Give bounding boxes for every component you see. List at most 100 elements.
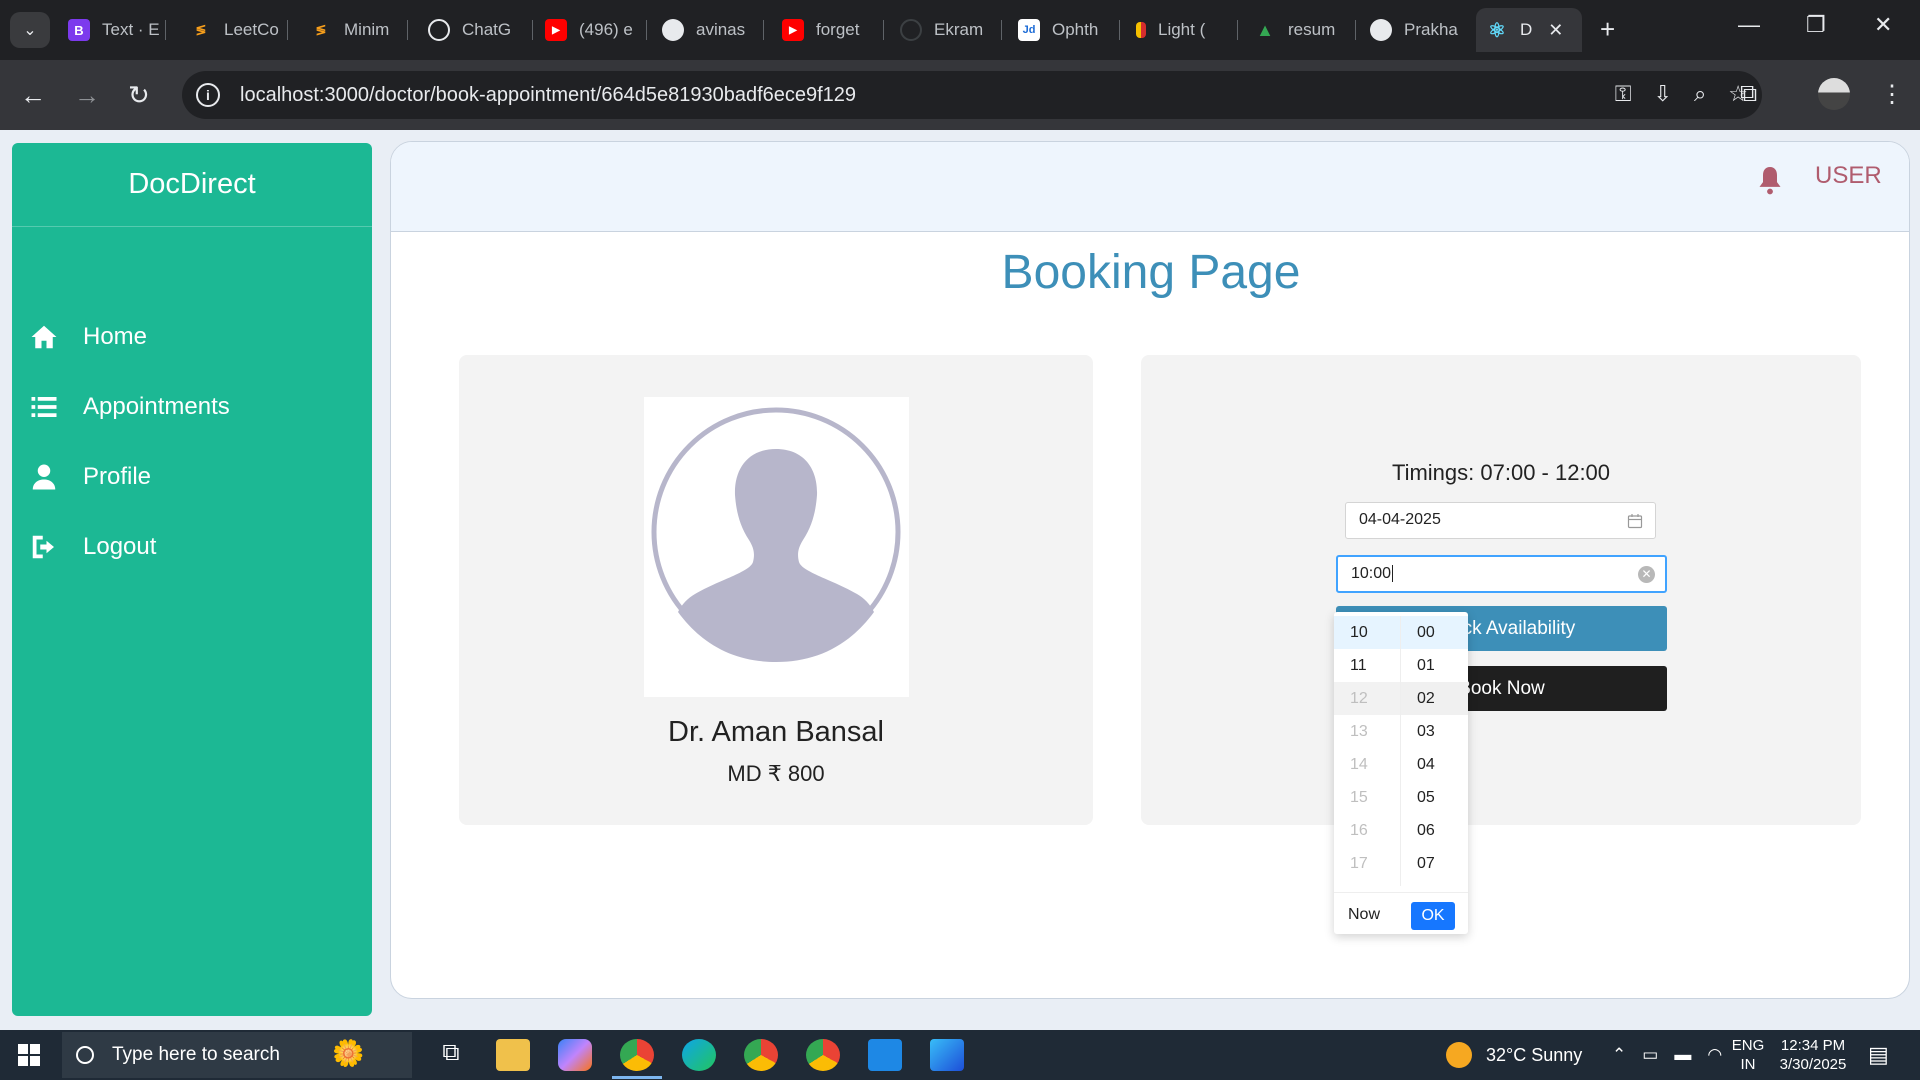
chrome-icon[interactable] bbox=[612, 1039, 662, 1079]
chrome-profile-icon[interactable] bbox=[806, 1039, 840, 1071]
sidebar-item-profile[interactable]: Profile bbox=[12, 442, 372, 512]
sidebar-item-label: Profile bbox=[83, 463, 152, 490]
time-picker-input[interactable]: 10:00 ✕ bbox=[1336, 555, 1667, 593]
sidebar-item-logout[interactable]: Logout bbox=[12, 512, 372, 582]
minimize-button[interactable]: — bbox=[1738, 12, 1760, 38]
user-role-label[interactable]: USER bbox=[1815, 162, 1882, 190]
sidebar-menu: Home Appointments Profile Logout bbox=[12, 302, 372, 582]
profile-avatar[interactable] bbox=[1818, 78, 1850, 110]
tab-favicon-icon: B bbox=[68, 19, 90, 41]
youtube-icon: ▶ bbox=[545, 19, 567, 41]
hour-option[interactable]: 17 bbox=[1334, 847, 1400, 880]
reload-button[interactable]: ↻ bbox=[128, 80, 150, 110]
minute-option[interactable]: 01 bbox=[1401, 649, 1468, 682]
clock-date: 3/30/2025 bbox=[1779, 1056, 1847, 1073]
browser-tab[interactable]: Ekram bbox=[890, 8, 1002, 52]
chevron-up-icon[interactable]: ⌃ bbox=[1612, 1045, 1626, 1065]
minute-option[interactable]: 06 bbox=[1401, 814, 1468, 847]
minute-option[interactable]: 04 bbox=[1401, 748, 1468, 781]
install-app-icon[interactable]: ⇩ bbox=[1654, 81, 1672, 107]
windows-start-icon[interactable] bbox=[18, 1044, 40, 1066]
edge-icon[interactable] bbox=[682, 1039, 716, 1071]
hour-option[interactable]: 12 bbox=[1334, 682, 1400, 715]
taskbar-search-input[interactable]: Type here to search 🌼 bbox=[62, 1032, 412, 1078]
hour-option[interactable]: 10 bbox=[1334, 616, 1400, 649]
copilot-icon[interactable] bbox=[558, 1039, 592, 1071]
tab-search-button[interactable]: ⌄ bbox=[10, 12, 50, 48]
browser-tab-active[interactable]: ⚛ D ✕ bbox=[1476, 8, 1582, 52]
minute-option[interactable]: 03 bbox=[1401, 715, 1468, 748]
browser-tab[interactable]: B Text · E bbox=[58, 8, 166, 52]
password-key-icon[interactable]: ⚿ bbox=[1615, 81, 1632, 107]
system-tray: ⌃ ▭ ▬ ◠ bbox=[1612, 1030, 1722, 1080]
clear-icon[interactable]: ✕ bbox=[1638, 566, 1655, 583]
minute-column[interactable]: 00 01 02 03 04 05 06 07 bbox=[1401, 616, 1468, 880]
close-window-button[interactable]: ✕ bbox=[1874, 12, 1892, 38]
browser-tab[interactable]: Jd Ophth bbox=[1008, 8, 1120, 52]
booking-card: Timings: 07:00 - 12:00 04-04-2025 10:00 … bbox=[1141, 355, 1861, 825]
date-picker-input[interactable]: 04-04-2025 bbox=[1345, 502, 1656, 539]
ok-button[interactable]: OK bbox=[1411, 902, 1455, 930]
sidebar-item-home[interactable]: Home bbox=[12, 302, 372, 372]
hour-column[interactable]: 10 11 12 13 14 15 16 17 bbox=[1334, 616, 1401, 886]
url-text[interactable]: localhost:3000/doctor/book-appointment/6… bbox=[240, 84, 856, 107]
browser-tab[interactable]: ▶ forget bbox=[772, 8, 884, 52]
browser-tab[interactable]: avinas bbox=[652, 8, 764, 52]
photos-icon[interactable] bbox=[930, 1039, 964, 1071]
meet-icon[interactable]: ▭ bbox=[1642, 1045, 1658, 1065]
vscode-icon[interactable] bbox=[868, 1039, 902, 1071]
hour-option[interactable]: 16 bbox=[1334, 814, 1400, 847]
restore-button[interactable]: ❐ bbox=[1806, 12, 1826, 38]
github-icon bbox=[1370, 19, 1392, 41]
task-view-icon[interactable]: ⧉ bbox=[434, 1039, 468, 1071]
taskbar-clock[interactable]: 12:34 PM 3/30/2025 bbox=[1770, 1036, 1856, 1074]
react-icon: ⚛ bbox=[1488, 19, 1506, 42]
tab-title: resum bbox=[1288, 20, 1336, 39]
region-code: IN bbox=[1740, 1056, 1756, 1073]
tab-close-icon[interactable]: ✕ bbox=[1548, 20, 1563, 41]
brand-logo[interactable]: DocDirect bbox=[12, 143, 372, 227]
notification-center-icon[interactable]: ▤ bbox=[1868, 1030, 1889, 1080]
extensions-icon[interactable]: ⧉ bbox=[1740, 80, 1757, 108]
picker-footer: Now OK bbox=[1334, 892, 1468, 934]
browser-menu-icon[interactable]: ⋮ bbox=[1880, 80, 1904, 109]
calendar-icon[interactable] bbox=[1627, 513, 1643, 529]
weather-widget[interactable]: 32°C Sunny bbox=[1446, 1030, 1582, 1080]
browser-tab[interactable]: ≶ Minim bbox=[300, 8, 408, 52]
chrome-profile-icon[interactable] bbox=[744, 1039, 778, 1071]
hour-option[interactable]: 11 bbox=[1334, 649, 1400, 682]
forward-button[interactable]: → bbox=[74, 80, 100, 110]
user-icon bbox=[32, 464, 56, 490]
back-button[interactable]: ← bbox=[20, 80, 46, 110]
new-tab-button[interactable]: + bbox=[1600, 14, 1615, 44]
hour-option[interactable]: 14 bbox=[1334, 748, 1400, 781]
browser-tab[interactable]: ▲ resum bbox=[1244, 8, 1356, 52]
browser-toolbar: ← → ↻ i localhost:3000/doctor/book-appoi… bbox=[0, 60, 1920, 130]
minute-option[interactable]: 07 bbox=[1401, 847, 1468, 880]
wifi-icon[interactable]: ◠ bbox=[1707, 1045, 1722, 1065]
hour-option[interactable]: 15 bbox=[1334, 781, 1400, 814]
tab-title: (496) e bbox=[579, 20, 633, 39]
tab-title: Text · E bbox=[102, 20, 160, 39]
sun-icon bbox=[1446, 1042, 1472, 1068]
browser-tab[interactable]: Light ( bbox=[1126, 8, 1238, 52]
minute-option[interactable]: 02 bbox=[1401, 682, 1468, 715]
hour-option[interactable]: 13 bbox=[1334, 715, 1400, 748]
address-bar[interactable]: i localhost:3000/doctor/book-appointment… bbox=[182, 71, 1762, 119]
browser-tab[interactable]: Prakha bbox=[1360, 8, 1472, 52]
site-info-icon[interactable]: i bbox=[196, 83, 220, 107]
tab-title: Ophth bbox=[1052, 20, 1099, 39]
now-link[interactable]: Now bbox=[1348, 906, 1380, 924]
browser-tab[interactable]: ≶ LeetCo bbox=[180, 8, 288, 52]
browser-tab[interactable]: ChatG bbox=[418, 8, 533, 52]
zoom-icon[interactable]: ⌕ bbox=[1694, 81, 1706, 107]
sidebar-item-appointments[interactable]: Appointments bbox=[12, 372, 372, 442]
language-indicator[interactable]: ENG IN bbox=[1728, 1036, 1768, 1074]
battery-icon[interactable]: ▬ bbox=[1674, 1045, 1691, 1065]
file-explorer-icon[interactable] bbox=[496, 1039, 530, 1071]
notification-bell-icon[interactable] bbox=[1756, 161, 1784, 201]
minute-option[interactable]: 00 bbox=[1401, 616, 1468, 649]
browser-tab[interactable]: ▶ (496) e bbox=[535, 8, 647, 52]
tab-title: ChatG bbox=[462, 20, 512, 39]
minute-option[interactable]: 05 bbox=[1401, 781, 1468, 814]
